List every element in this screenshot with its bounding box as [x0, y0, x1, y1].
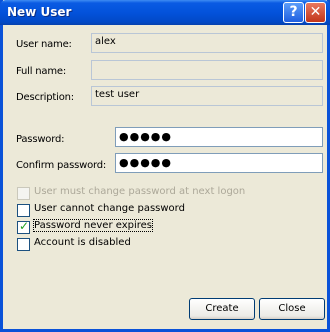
password-label: Password: [16, 134, 65, 145]
checkbox-label: Account is disabled [34, 237, 131, 248]
checkbox-box [17, 238, 30, 251]
checkbox-label: Password never expires [32, 219, 154, 232]
checkbox-box [17, 204, 30, 217]
window-title: New User [7, 5, 72, 19]
description-field[interactable]: test user [91, 86, 323, 106]
checkmark-icon: ✓ [19, 219, 30, 233]
confirm-password-field[interactable]: ●●●●● [115, 153, 323, 173]
checkbox-label: User cannot change password [34, 203, 185, 214]
create-button[interactable]: Create [189, 298, 255, 320]
username-field[interactable]: alex [91, 33, 323, 53]
confirm-password-label: Confirm password: [16, 160, 107, 171]
fullname-field[interactable] [91, 60, 323, 80]
title-bar[interactable]: New User ? ✕ [0, 0, 330, 25]
new-user-dialog: New User ? ✕ User name: alex Full name: … [0, 0, 330, 332]
checkbox-box [17, 187, 30, 200]
checkbox-label: User must change password at next logon [34, 186, 246, 197]
username-label: User name: [16, 39, 72, 50]
checkbox-box: ✓ [17, 219, 30, 234]
close-button[interactable]: Close [259, 298, 325, 320]
password-field[interactable]: ●●●●● [115, 127, 323, 147]
close-window-button[interactable]: ✕ [305, 2, 326, 23]
description-label: Description: [16, 92, 74, 103]
fullname-label: Full name: [16, 66, 67, 77]
help-button[interactable]: ? [283, 2, 304, 23]
